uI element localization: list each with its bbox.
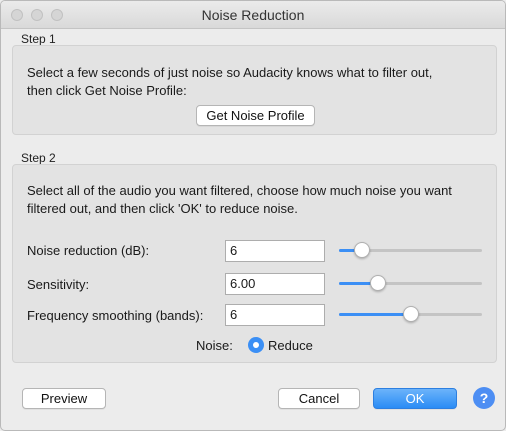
sensitivity-slider[interactable]: [339, 273, 482, 293]
noise-reduction-slider[interactable]: [339, 240, 482, 260]
preview-button[interactable]: Preview: [22, 388, 106, 409]
slider-fill: [339, 313, 411, 316]
noise-label: Noise:: [196, 338, 233, 353]
help-icon[interactable]: ?: [473, 387, 495, 409]
frequency-smoothing-input[interactable]: 6: [225, 304, 325, 326]
slider-knob[interactable]: [353, 242, 370, 258]
slider-track: [339, 282, 482, 285]
step1-text-line1: Select a few seconds of just noise so Au…: [27, 65, 433, 80]
step2-label: Step 2: [21, 151, 56, 165]
step2-text-line1: Select all of the audio you want filtere…: [27, 183, 452, 198]
sensitivity-input[interactable]: 6.00: [225, 273, 325, 295]
step1-text-line2: then click Get Noise Profile:: [27, 83, 187, 98]
window-title: Noise Reduction: [201, 7, 305, 23]
title-bar: Noise Reduction: [1, 1, 505, 29]
slider-knob[interactable]: [369, 275, 386, 291]
noise-reduction-input[interactable]: 6: [225, 240, 325, 262]
noise-reduction-dialog: Noise Reduction Step 1 Select a few seco…: [0, 0, 506, 431]
frequency-smoothing-slider[interactable]: [339, 304, 482, 324]
cancel-button[interactable]: Cancel: [278, 388, 360, 409]
ok-button[interactable]: OK: [373, 388, 457, 409]
slider-knob[interactable]: [402, 306, 419, 322]
step1-label: Step 1: [21, 32, 56, 46]
frequency-smoothing-label: Frequency smoothing (bands):: [27, 308, 204, 323]
reduce-radio-label[interactable]: Reduce: [268, 338, 313, 353]
noise-reduction-label: Noise reduction (dB):: [27, 243, 150, 258]
reduce-radio-button[interactable]: [248, 337, 264, 353]
step2-text-line2: filtered out, and then click 'OK' to red…: [27, 201, 298, 216]
get-noise-profile-button[interactable]: Get Noise Profile: [196, 105, 315, 126]
sensitivity-label: Sensitivity:: [27, 277, 90, 292]
